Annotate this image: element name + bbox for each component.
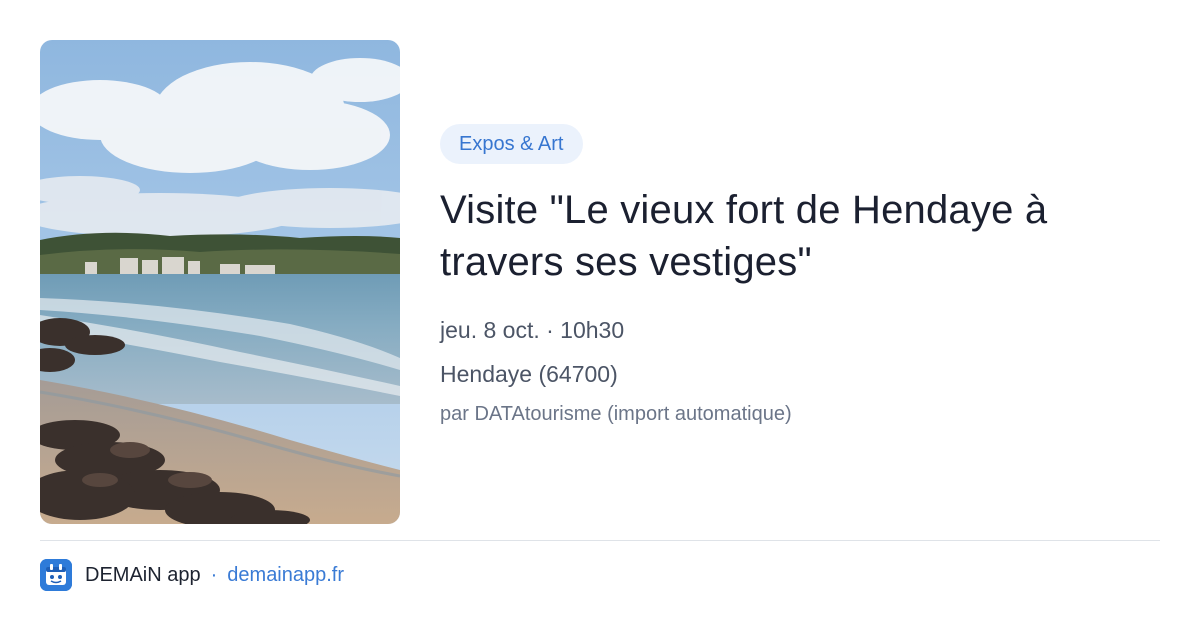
event-location: Hendaye (64700) xyxy=(440,361,618,387)
app-website-link[interactable]: demainapp.fr xyxy=(227,564,344,587)
footer: DEMAiN app · demainapp.fr xyxy=(40,559,344,591)
category-badge[interactable]: Expos & Art xyxy=(440,124,583,164)
footer-separator: · xyxy=(210,563,218,586)
event-date-time: jeu. 8 oct. · 10h30 xyxy=(440,317,625,343)
event-source: par DATAtourisme (import automatique) xyxy=(440,403,792,425)
event-title[interactable]: Visite "Le vieux fort de Hendaye à trave… xyxy=(440,184,1160,288)
footer-divider xyxy=(40,540,1160,541)
event-image[interactable] xyxy=(40,40,400,524)
demain-app-logo-icon[interactable] xyxy=(40,559,72,591)
app-name: DEMAiN app xyxy=(85,563,201,586)
event-details: Expos & Art Visite "Le vieux fort de Hen… xyxy=(440,124,1160,428)
